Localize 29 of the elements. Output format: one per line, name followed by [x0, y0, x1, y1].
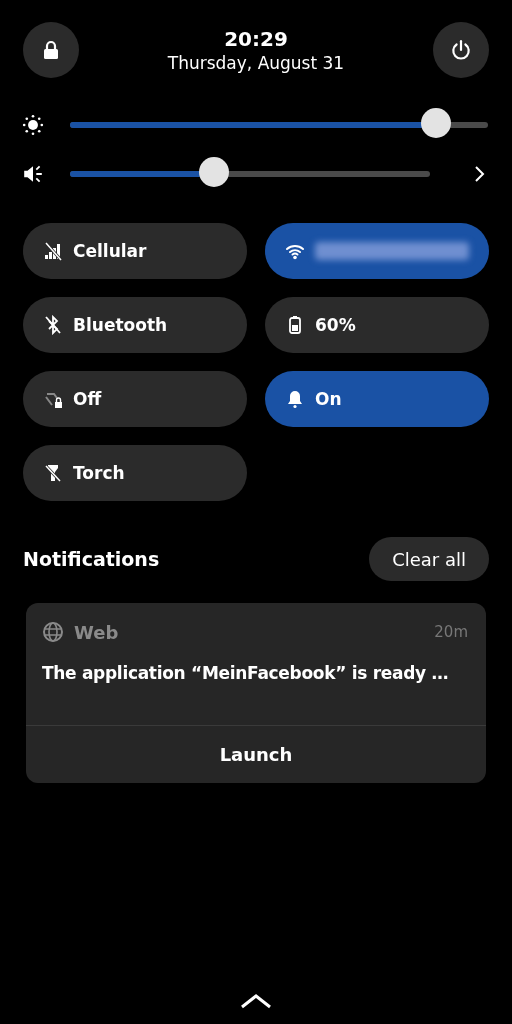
bell-toggle[interactable]: On [265, 371, 489, 427]
app-name: Web [74, 621, 120, 643]
notification-text: The application “MeinFacebook” is ready … [41, 662, 450, 683]
chevron-up-icon[interactable] [240, 992, 272, 1010]
lock-button[interactable] [23, 22, 79, 78]
slider-handle[interactable] [420, 108, 451, 138]
bell-icon [285, 389, 305, 409]
bluetooth-toggle[interactable]: Bluetooth [23, 297, 247, 353]
clock-time: 20:29 [224, 27, 288, 51]
bluetooth-off-icon [43, 315, 63, 335]
power-button[interactable] [433, 22, 489, 78]
brightness-icon [22, 114, 44, 136]
wifi-toggle[interactable] [265, 223, 489, 279]
battery-toggle[interactable]: 60% [265, 297, 489, 353]
notification-time: 20m [434, 623, 468, 641]
torch-toggle[interactable]: Torch [23, 445, 247, 501]
cellular-toggle[interactable]: Cellular [23, 223, 247, 279]
torch-off-icon [43, 463, 63, 483]
section-title: Notifications [23, 548, 160, 570]
launch-button[interactable]: Launch [26, 725, 486, 783]
rotation-toggle[interactable]: Off [23, 371, 247, 427]
speaker-icon [22, 163, 44, 185]
date-label: Thursday, August 31 [167, 53, 345, 73]
lock-icon [41, 40, 61, 60]
clear-all-button[interactable]: Clear all [369, 537, 489, 581]
slider-handle[interactable] [199, 157, 229, 187]
no-signal-icon [43, 241, 63, 261]
globe-icon [42, 621, 64, 643]
power-icon [450, 39, 472, 61]
